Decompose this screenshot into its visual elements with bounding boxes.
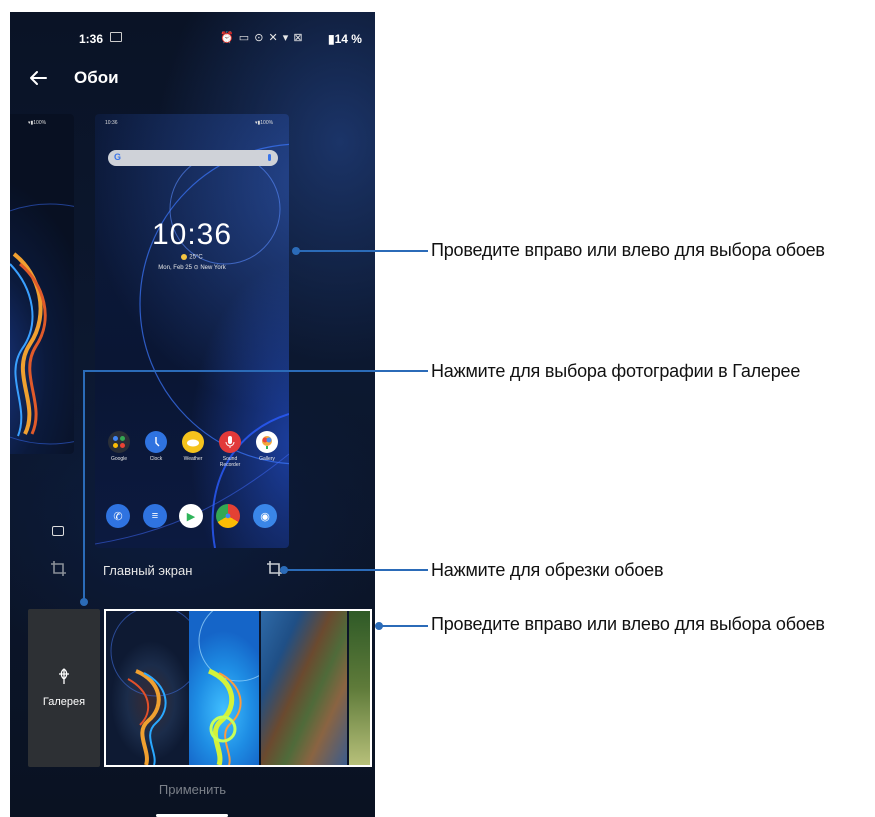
mini-battery: ▾▮100% (255, 120, 274, 126)
app-google[interactable]: Google (101, 431, 137, 462)
search-bar[interactable]: G (108, 150, 278, 166)
mic-icon[interactable] (268, 154, 271, 161)
app-label: Sound Recorder (219, 456, 241, 468)
gallery-button[interactable]: Галерея (28, 609, 100, 767)
wallpaper-thumb-1[interactable] (106, 611, 202, 765)
app-label: Clock (149, 456, 163, 462)
messages-icon[interactable]: ≡ (143, 504, 167, 528)
wallpaper-art (10, 203, 74, 445)
gallery-label: Галерея (42, 696, 86, 708)
gallery-pinwheel-icon (59, 668, 69, 684)
play-store-icon[interactable]: ▶ (179, 504, 203, 528)
app-label: Weather (183, 456, 203, 462)
crop-icon[interactable] (50, 560, 68, 578)
status-time: 1:36 (79, 32, 104, 46)
wallpaper-thumb-2[interactable] (189, 611, 280, 765)
microphone-icon (219, 431, 241, 453)
camera-app-icon[interactable]: ◉ (253, 504, 277, 528)
app-weather[interactable]: Weather (175, 431, 211, 462)
date-location: Mon, Feb 25 ⊙ New York (158, 265, 226, 271)
sun-icon (181, 254, 188, 260)
wallpaper-art (198, 611, 280, 765)
back-arrow-icon[interactable] (24, 64, 52, 92)
status-icons: ⏰ ▭ ⊙ ✕ ▾ ⊠ (220, 32, 304, 44)
callout-line (284, 569, 428, 571)
clock-widget: 10:36 (151, 218, 233, 251)
phone-icon[interactable]: ✆ (106, 504, 130, 528)
mini-time: 10:36 (105, 120, 118, 126)
page-title: Обои (74, 68, 119, 87)
wallpaper-art (95, 143, 289, 548)
phone-screen: 1:36 ⏰ ▭ ⊙ ✕ ▾ ⊠ ▮14 % Обои ▾▮100% 10:36… (10, 12, 375, 817)
message-icon (110, 32, 122, 42)
callout-crop: Нажмите для обрезки обоев (431, 560, 664, 580)
gallery-app-icon (256, 431, 278, 453)
app-clock[interactable]: Clock (138, 431, 174, 462)
callout-line (83, 370, 85, 602)
callout-swipe-thumbnails: Проведите вправо или влево для выбора об… (431, 614, 825, 634)
weather-icon (182, 431, 204, 453)
app-sound-recorder[interactable]: Sound Recorder (212, 431, 248, 468)
callout-swipe-preview: Проведите вправо или влево для выбора об… (431, 240, 825, 260)
chrome-icon[interactable]: ● (216, 504, 240, 528)
home-screen-label: Главный экран (103, 563, 193, 578)
wallpaper-thumb-3[interactable] (261, 611, 347, 765)
callout-gallery: Нажмите для выбора фотографии в Галерее (431, 361, 801, 381)
callout-line (83, 370, 428, 372)
apply-button[interactable]: Применить (10, 782, 375, 797)
wallpaper-art (110, 611, 202, 765)
wallpaper-preview-lock[interactable]: ▾▮100% (10, 114, 74, 454)
wallpaper-preview-home[interactable]: 10:36 ▾▮100% G 10:36 25°C Mon, Feb 25 ⊙ … (95, 114, 289, 548)
clock-icon (145, 431, 167, 453)
camera-icon (52, 526, 64, 536)
wallpaper-thumb-4[interactable] (349, 611, 370, 765)
status-bar: 1:36 ⏰ ▭ ⊙ ✕ ▾ ⊠ ▮14 % (10, 12, 375, 46)
google-logo: G (114, 152, 122, 162)
battery-indicator: ▮14 % (328, 32, 362, 46)
callout-line (296, 250, 428, 252)
callout-line (379, 625, 428, 627)
wallpaper-thumbnail-strip[interactable] (104, 609, 372, 767)
app-label: Google (110, 456, 128, 462)
callout-dot (80, 598, 88, 606)
app-label: Gallery (259, 456, 275, 462)
app-gallery[interactable]: Gallery (249, 431, 285, 462)
weather-temp: 25°C (95, 254, 289, 261)
temperature-text: 25°C (189, 254, 203, 261)
google-folder-icon (108, 431, 130, 453)
